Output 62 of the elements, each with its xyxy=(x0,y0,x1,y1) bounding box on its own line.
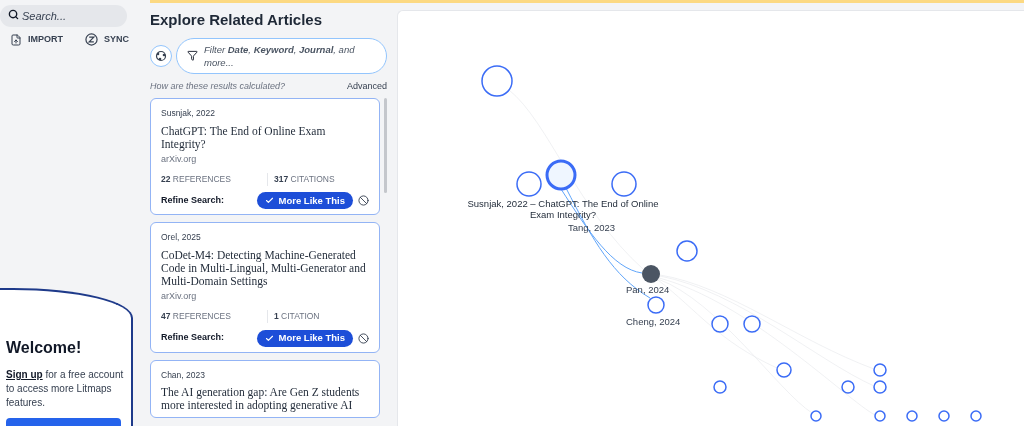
article-title: The AI generation gap: Are Gen Z students more interested in adopting generative AI xyxy=(161,386,361,413)
import-button[interactable]: IMPORT xyxy=(10,33,63,47)
article-node[interactable] xyxy=(873,380,887,394)
article-author: Susnjak, 2022 xyxy=(161,107,216,120)
article-node[interactable] xyxy=(545,159,577,191)
article-node[interactable] xyxy=(516,171,542,197)
network-icon xyxy=(155,49,167,62)
welcome-title: Welcome! xyxy=(6,338,83,358)
article-node[interactable] xyxy=(481,65,513,97)
article-card[interactable]: Susnjak, 2022 ChatGPT: The End of Online Exam Integrity? arXiv.org 22 REFERENCES 317 CITATIONS Refine Search: More Like This xyxy=(150,98,381,216)
article-node[interactable] xyxy=(810,410,822,422)
article-node[interactable] xyxy=(676,240,698,262)
article-node[interactable] xyxy=(873,363,887,377)
file-upload-icon xyxy=(10,33,22,46)
node-label: Cheng, 2024 xyxy=(626,316,681,327)
sign-up-link[interactable]: Sign up xyxy=(6,369,43,380)
search-icon xyxy=(8,9,19,20)
focused-article-node[interactable] xyxy=(642,265,660,283)
ban-icon[interactable] xyxy=(358,332,370,344)
article-node[interactable] xyxy=(743,315,761,333)
node-label: Susnjak, 2022 – ChatGPT: The End of Online Exam Integrity? xyxy=(466,198,660,220)
refine-label: Refine Search: xyxy=(161,194,226,207)
panel-title: Explore Related Articles xyxy=(150,10,323,30)
article-node[interactable] xyxy=(711,315,729,333)
results-help-link[interactable]: How are these results calculated? xyxy=(150,79,286,93)
graph-toggle-button[interactable] xyxy=(150,44,172,67)
refine-label: Refine Search: xyxy=(161,331,226,345)
article-node[interactable] xyxy=(776,362,792,378)
sync-icon xyxy=(85,33,98,47)
article-node[interactable] xyxy=(970,410,982,422)
article-card[interactable]: Chan, 2023 The AI generation gap: Are Gen Z students more interested in adopting generative AI xyxy=(150,359,381,419)
article-author: Orel, 2025 xyxy=(161,231,202,244)
welcome-text: Sign up for a free account to access more Litmaps features. xyxy=(6,368,125,410)
references-count: 47 REFERENCES xyxy=(161,310,232,323)
ban-icon[interactable] xyxy=(358,195,370,207)
check-icon xyxy=(264,196,274,206)
article-node[interactable] xyxy=(906,410,918,422)
citations-count: 317 CITATIONS xyxy=(267,172,335,186)
article-author: Chan, 2023 xyxy=(161,368,206,382)
more-like-this-button[interactable]: More Like This xyxy=(256,192,354,210)
references-count: 22 REFERENCES xyxy=(161,172,232,186)
article-node[interactable] xyxy=(647,296,665,314)
advanced-link[interactable]: Advanced xyxy=(346,79,387,93)
more-like-this-button[interactable]: More Like This xyxy=(256,329,354,347)
article-node[interactable] xyxy=(874,410,886,422)
article-card[interactable]: Orel, 2025 CoDet-M4: Detecting Machine-Generated Code in Multi-Lingual, Multi-Generator and Multi-Domain Settings arXiv.org 47 REFERENCES 1 CITATION Refine Search: More Like This xyxy=(150,222,381,353)
citations-count: 1 CITATION xyxy=(267,310,320,323)
article-node[interactable] xyxy=(713,380,727,394)
filter-field[interactable]: Filter Date, Keyword, Journal, and more... xyxy=(176,37,387,74)
article-source: arXiv.org xyxy=(161,290,198,303)
search-field[interactable]: Search... xyxy=(0,5,127,27)
article-node[interactable] xyxy=(938,410,950,422)
article-title: CoDet-M4: Detecting Machine-Generated Code in Multi-Lingual, Multi-Generator and Multi-Domain Settings xyxy=(161,249,367,288)
article-source: arXiv.org xyxy=(161,152,198,166)
node-label: Pan, 2024 xyxy=(626,284,670,295)
check-icon xyxy=(264,333,274,343)
filter-icon xyxy=(187,50,198,61)
article-title: ChatGPT: The End of Online Exam Integrity? xyxy=(161,124,327,151)
sync-button[interactable]: SYNC xyxy=(85,33,129,47)
article-node[interactable] xyxy=(841,380,855,394)
article-node[interactable] xyxy=(611,171,637,197)
scrollbar[interactable] xyxy=(384,98,387,193)
